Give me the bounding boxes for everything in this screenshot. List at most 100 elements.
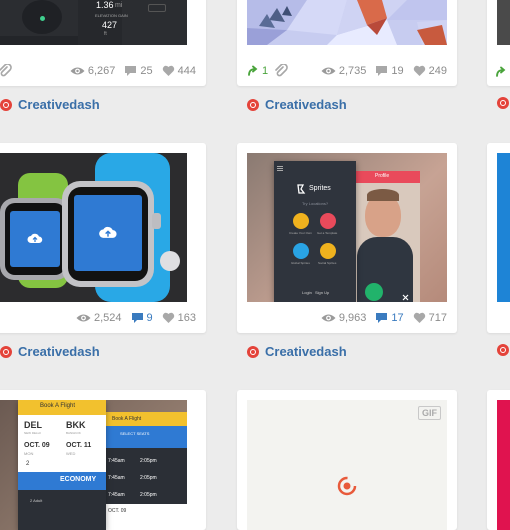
shot-card-partial [487,390,510,530]
views-count: 2,735 [338,65,367,77]
mock-time: 1.36 [96,0,114,10]
mock-unit: mi [115,2,123,9]
shot-thumbnail[interactable] [497,400,510,530]
mock-signup: Sign Up [315,290,330,295]
dribbble-icon [497,344,509,356]
mock-label-1: Create Your Own [289,231,312,235]
views-count: 9,963 [338,312,367,324]
cloud-upload-icon [27,233,43,243]
author-name: Creativedash [18,344,100,359]
likes-stat[interactable]: 163 [162,312,196,324]
heart-icon [162,65,174,76]
views-stat: 2,524 [76,312,122,324]
rebound-icon [496,66,506,77]
comments-stat[interactable]: 19 [375,65,404,77]
mock-header: Book A Flight [40,403,76,409]
likes-stat[interactable]: 444 [162,65,196,77]
likes-count: 163 [177,312,196,324]
comments-stat[interactable]: 9 [131,312,153,324]
shot-card: 1 2,735 19 249 [237,0,457,86]
mock-from-code: DEL [24,420,42,430]
shot-card: 1.36 mi ELEVATION GAIN 427 ft 6,267 25 4… [0,0,206,86]
likes-stat[interactable]: 249 [413,65,447,77]
eye-icon [76,314,91,322]
mock-select-seats: SELECT SEATS [120,431,150,436]
shot-card: Book A Flight SELECT SEATS 7:45am 2:05pm… [0,390,206,530]
mock-to-code: BKK [66,420,86,430]
shot-card-partial [487,0,510,86]
shot-thumbnail[interactable] [0,153,187,302]
attachment-icon [0,64,12,77]
mock-time-3: 7:45am [108,492,125,498]
loading-spinner-icon [337,476,357,496]
mock-subtitle: ELEVATION GAIN [95,13,128,18]
shot-card: GIF [237,390,457,530]
mock-depart: OCT. 09 [24,442,50,449]
shot-thumbnail[interactable] [247,0,447,45]
author-link[interactable]: Creativedash [0,97,100,112]
shot-card-partial [487,143,510,333]
mock-label-4: Social Sprites [318,261,337,265]
likes-count: 249 [428,65,447,77]
views-stat: 9,963 [321,312,367,324]
mock-arrival-2: 2:05pm [140,475,157,481]
rebounds-stat[interactable]: 1 [247,65,268,77]
shot-stats: 2,735 19 249 [321,61,447,81]
comments-count: 9 [146,312,153,324]
eye-icon [70,67,85,75]
cloud-upload-icon [99,226,117,238]
shot-thumbnail[interactable]: Profile Sprites Try Locations? Create Yo… [247,153,447,302]
lowpoly-illustration [247,0,447,45]
likes-stat[interactable]: 717 [413,312,447,324]
shot-thumbnail[interactable] [497,0,510,45]
gif-badge: GIF [418,406,441,420]
author-link[interactable] [497,97,509,109]
mock-label-2: Get a Template [317,231,338,235]
shot-stats: 2,524 9 163 [76,308,196,328]
mock-hint: Try Locations? [302,201,329,206]
heart-icon [162,312,174,323]
author-link[interactable]: Creativedash [0,344,100,359]
shot-stats: 6,267 25 444 [70,61,196,81]
mock-back-date: OCT. 09 [108,508,127,514]
dribbble-icon [0,98,12,111]
comments-stat[interactable]: 25 [124,65,153,77]
dribbble-icon [0,345,12,358]
comments-count: 17 [391,312,404,324]
mock-return-day: WED [66,451,76,456]
author-link[interactable] [497,344,509,356]
shot-card: Profile Sprites Try Locations? Create Yo… [237,143,457,333]
mock-class: ECONOMY [60,476,97,483]
likes-count: 444 [177,65,196,77]
shot-thumbnail[interactable]: GIF [247,400,447,530]
author-name: Creativedash [265,97,347,112]
mock-login: Login [302,290,312,295]
rebounds-count: 1 [262,65,269,77]
comment-icon [131,313,143,323]
shot-thumbnail[interactable]: Book A Flight SELECT SEATS 7:45am 2:05pm… [0,400,187,530]
shot-thumbnail[interactable] [497,153,510,302]
eye-icon [321,314,336,322]
comments-count: 19 [391,65,404,77]
mock-label-3: Global Sprites [291,261,310,265]
mock-time-1: 7:45am [108,458,125,464]
author-link[interactable]: Creativedash [247,97,347,112]
rebound-icon [248,65,258,76]
author-name: Creativedash [265,344,347,359]
sprites-logo-icon [297,184,306,194]
dribbble-icon [497,97,509,109]
mock-metric: ft [104,31,107,37]
comment-icon [376,313,388,323]
heart-icon [413,65,425,76]
attachment-icon [275,64,288,77]
attachment-indicator [0,64,12,78]
shot-thumbnail[interactable]: 1.36 mi ELEVATION GAIN 427 ft [0,0,187,45]
mock-value: 427 [102,20,118,30]
mock-from-city: NEW DELHI [24,431,41,435]
views-count: 6,267 [87,65,116,77]
author-link[interactable]: Creativedash [247,344,347,359]
likes-count: 717 [428,312,447,324]
comment-icon [125,66,137,76]
comments-stat[interactable]: 17 [375,312,404,324]
mock-app-title: Sprites [309,185,331,192]
